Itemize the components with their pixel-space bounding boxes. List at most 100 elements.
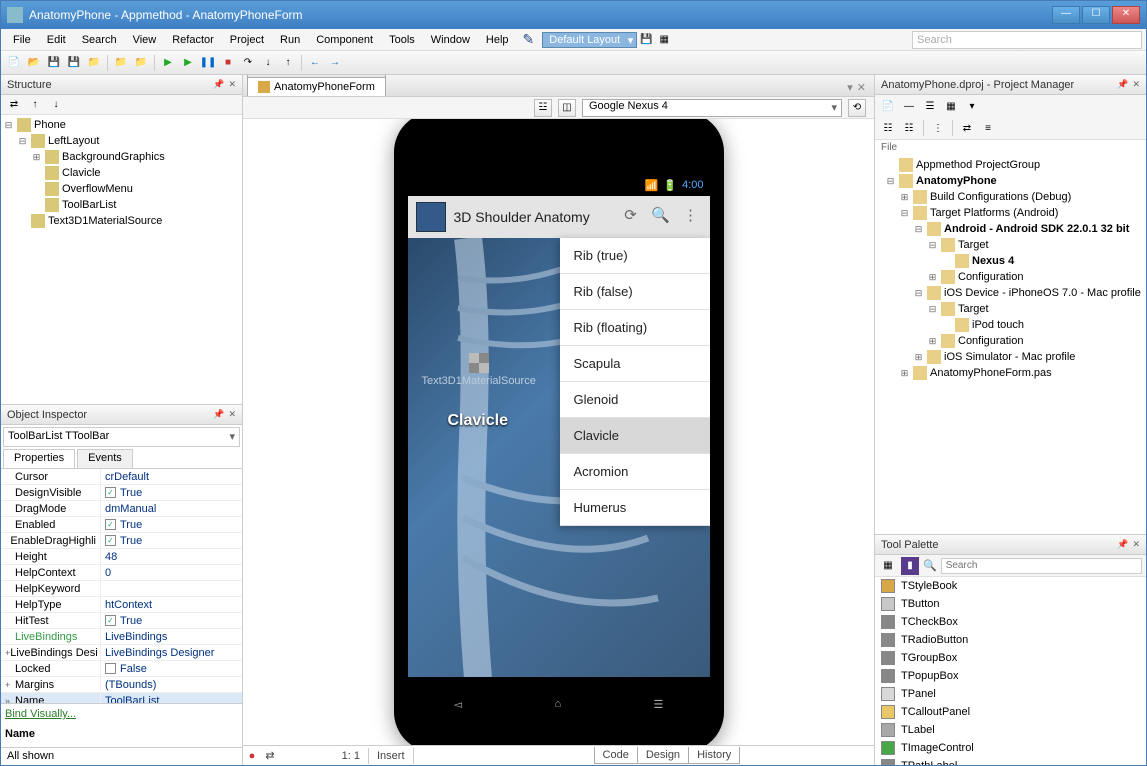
folder2-icon[interactable]: 📁 — [112, 54, 130, 72]
project-tree[interactable]: Appmethod ProjectGroup⊟AnatomyPhone⊞Buil… — [875, 155, 1146, 535]
refresh-icon[interactable]: ⟳ — [620, 206, 642, 228]
bind-visually-link[interactable]: Bind Visually... — [5, 708, 238, 720]
layout-btn-icon[interactable]: ▦ — [655, 31, 673, 49]
property-row[interactable]: HelpKeyword — [1, 581, 242, 597]
overflow-item[interactable]: Rib (false) — [560, 274, 710, 310]
property-row[interactable]: HitTest✓True — [1, 613, 242, 629]
rotate-icon[interactable]: ⟲ — [848, 99, 866, 117]
inspector-tab-events[interactable]: Events — [77, 449, 133, 468]
pm-sort2-icon[interactable]: ☷ — [900, 119, 918, 137]
property-row[interactable]: HelpContext0 — [1, 565, 242, 581]
layout-save-icon[interactable]: 💾 — [637, 31, 655, 49]
folder3-icon[interactable]: 📁 — [132, 54, 150, 72]
structure-node[interactable]: Text3D1MaterialSource — [3, 213, 240, 229]
structure-tree[interactable]: ⊟Phone⊟LeftLayout⊞BackgroundGraphicsClav… — [1, 115, 242, 405]
project-node[interactable]: ⊞Configuration — [877, 269, 1144, 285]
property-row[interactable]: +LiveBindings DesiLiveBindings Designer — [1, 645, 242, 661]
structure-node[interactable]: ToolBarList — [3, 197, 240, 213]
pm-collapse-icon[interactable]: ≡ — [979, 119, 997, 137]
wand-icon[interactable]: ✎ — [523, 31, 535, 48]
overflow-item[interactable]: Acromion — [560, 454, 710, 490]
bottom-tab-history[interactable]: History — [688, 747, 740, 764]
pin-icon[interactable]: 📌 — [1117, 539, 1128, 550]
pm-filter-icon[interactable]: ⋮ — [929, 119, 947, 137]
overflow-item[interactable]: Glenoid — [560, 382, 710, 418]
menu-tools[interactable]: Tools — [381, 31, 423, 49]
global-search-input[interactable] — [912, 31, 1142, 49]
property-row[interactable]: CursorcrDefault — [1, 469, 242, 485]
run2-icon[interactable]: ▶ — [179, 54, 197, 72]
project-node[interactable]: Nexus 4 — [877, 253, 1144, 269]
palette-item[interactable]: TPanel — [875, 685, 1146, 703]
pin-icon[interactable]: 📌 — [213, 79, 224, 90]
close-button[interactable]: ✕ — [1112, 6, 1140, 24]
stepover-icon[interactable]: ↷ — [239, 54, 257, 72]
menu-refactor[interactable]: Refactor — [164, 31, 222, 49]
pm-more-icon[interactable]: ▾ — [963, 97, 981, 115]
inspector-tab-properties[interactable]: Properties — [3, 449, 75, 468]
palette-item[interactable]: TRadioButton — [875, 631, 1146, 649]
pm-sync-icon[interactable]: ⇄ — [958, 119, 976, 137]
layout-combo[interactable]: Default Layout — [542, 32, 637, 48]
pm-view1-icon[interactable]: ☰ — [921, 97, 939, 115]
project-node[interactable]: ⊟AnatomyPhone — [877, 173, 1144, 189]
structure-node[interactable]: ⊟Phone — [3, 117, 240, 133]
nav-home-icon[interactable]: ⌂ — [554, 698, 561, 710]
close-panel-icon[interactable]: ✕ — [228, 409, 236, 420]
menu-file[interactable]: File — [5, 31, 39, 49]
palette-search-input[interactable] — [941, 558, 1142, 574]
stepin-icon[interactable]: ↓ — [259, 54, 277, 72]
property-row[interactable]: LiveBindingsLiveBindings — [1, 629, 242, 645]
maximize-button[interactable]: ☐ — [1082, 6, 1110, 24]
property-row[interactable]: »NameToolBarList — [1, 693, 242, 703]
property-row[interactable]: DesignVisible✓True — [1, 485, 242, 501]
menu-project[interactable]: Project — [222, 31, 272, 49]
pal-filter-icon[interactable]: ▮ — [901, 557, 919, 575]
overflow-item[interactable]: Humerus — [560, 490, 710, 526]
palette-item[interactable]: TStyleBook — [875, 577, 1146, 595]
sync-icon[interactable]: ⇄ — [261, 749, 279, 762]
pause-icon[interactable]: ❚❚ — [199, 54, 217, 72]
doc-tab[interactable]: AnatomyPhoneForm — [247, 77, 386, 96]
struct-down-icon[interactable]: ↓ — [47, 96, 65, 114]
overflow-item[interactable]: Clavicle — [560, 418, 710, 454]
palette-item[interactable]: TImageControl — [875, 739, 1146, 757]
property-row[interactable]: Height48 — [1, 549, 242, 565]
menu-help[interactable]: Help — [478, 31, 517, 49]
pm-view2-icon[interactable]: ▦ — [942, 97, 960, 115]
property-row[interactable]: LockedFalse — [1, 661, 242, 677]
pm-sort1-icon[interactable]: ☷ — [879, 119, 897, 137]
pin-icon[interactable]: 📌 — [213, 409, 224, 420]
bottom-tab-design[interactable]: Design — [637, 747, 689, 764]
palette-item[interactable]: TGroupBox — [875, 649, 1146, 667]
menu-run[interactable]: Run — [272, 31, 308, 49]
folder-icon[interactable]: 📁 — [85, 54, 103, 72]
project-node[interactable]: ⊟Target — [877, 237, 1144, 253]
save-icon[interactable]: 💾 — [45, 54, 63, 72]
open-icon[interactable]: 📂 — [25, 54, 43, 72]
menu-edit[interactable]: Edit — [39, 31, 74, 49]
back-icon[interactable]: ← — [306, 54, 324, 72]
overflow-icon[interactable]: ⋮ — [680, 206, 702, 228]
project-node[interactable]: ⊞Configuration — [877, 333, 1144, 349]
minimize-button[interactable]: — — [1052, 6, 1080, 24]
bottom-tab-code[interactable]: Code — [594, 747, 638, 764]
project-node[interactable]: ⊟Target — [877, 301, 1144, 317]
pm-new-icon[interactable]: 📄 — [879, 97, 897, 115]
tab-close-icon[interactable]: ✕ — [857, 81, 866, 94]
pal-cat-icon[interactable]: ▦ — [879, 557, 897, 575]
nav-recent-icon[interactable]: ☰ — [653, 698, 663, 711]
pm-remove-icon[interactable]: — — [900, 97, 918, 115]
menu-view[interactable]: View — [125, 31, 165, 49]
palette-item[interactable]: TPathLabel — [875, 757, 1146, 765]
view-toggle1-icon[interactable]: ☳ — [534, 99, 552, 117]
search-icon[interactable]: 🔍 — [650, 206, 672, 228]
project-node[interactable]: iPod touch — [877, 317, 1144, 333]
palette-item[interactable]: TCalloutPanel — [875, 703, 1146, 721]
close-panel-icon[interactable]: ✕ — [1132, 79, 1140, 90]
property-row[interactable]: DragModedmManual — [1, 501, 242, 517]
device-combo[interactable]: Google Nexus 4 — [582, 99, 842, 117]
property-row[interactable]: EnableDragHighli✓True — [1, 533, 242, 549]
pin-icon[interactable]: 📌 — [1117, 79, 1128, 90]
material-source-marker[interactable]: Text3D1MaterialSource — [422, 353, 536, 387]
